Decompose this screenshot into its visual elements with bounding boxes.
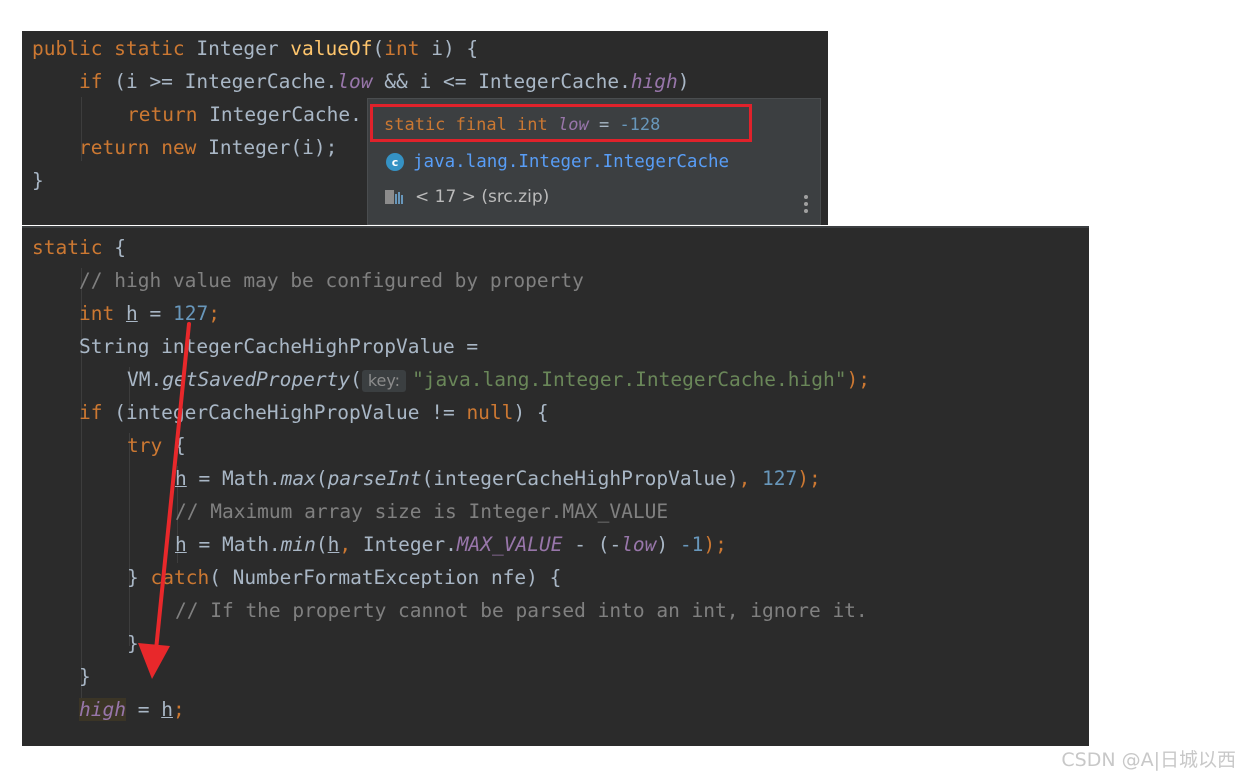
watermark: CSDN @A|日城以西 xyxy=(1061,749,1236,771)
red-annotation-arrow xyxy=(138,322,191,679)
